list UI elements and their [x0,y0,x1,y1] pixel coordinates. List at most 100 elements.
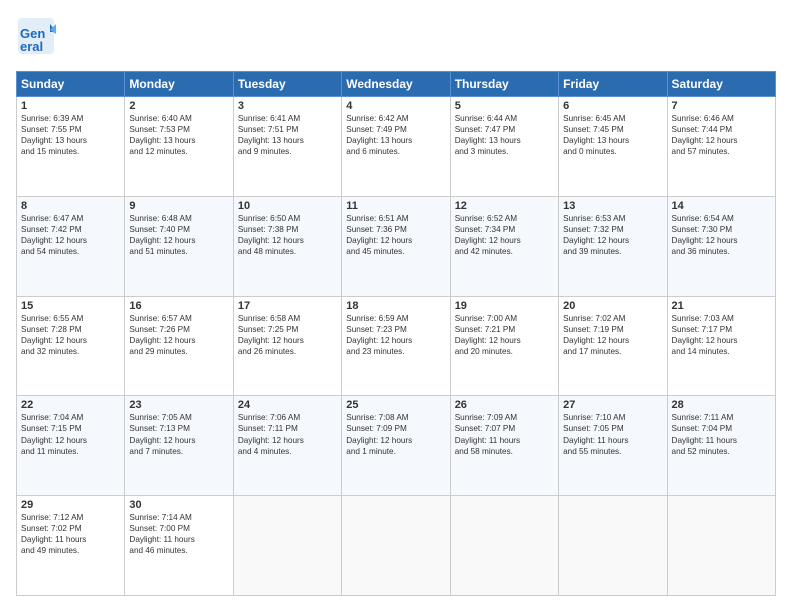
day-number: 30 [129,499,228,511]
calendar-cell: 30Sunrise: 7:14 AM Sunset: 7:00 PM Dayli… [125,496,233,596]
day-number: 20 [563,300,662,312]
calendar-cell [233,496,341,596]
calendar-row: 22Sunrise: 7:04 AM Sunset: 7:15 PM Dayli… [17,396,776,496]
page: Gen eral SundayMondayTuesdayWednesdayThu… [0,0,792,612]
calendar-cell: 18Sunrise: 6:59 AM Sunset: 7:23 PM Dayli… [342,296,450,396]
cell-info: Sunrise: 6:39 AM Sunset: 7:55 PM Dayligh… [21,113,120,157]
calendar-cell: 3Sunrise: 6:41 AM Sunset: 7:51 PM Daylig… [233,97,341,197]
calendar-cell: 24Sunrise: 7:06 AM Sunset: 7:11 PM Dayli… [233,396,341,496]
day-number: 12 [455,200,554,212]
col-header-sunday: Sunday [17,72,125,97]
calendar-cell: 1Sunrise: 6:39 AM Sunset: 7:55 PM Daylig… [17,97,125,197]
cell-info: Sunrise: 6:53 AM Sunset: 7:32 PM Dayligh… [563,213,662,257]
calendar-cell: 4Sunrise: 6:42 AM Sunset: 7:49 PM Daylig… [342,97,450,197]
cell-info: Sunrise: 7:02 AM Sunset: 7:19 PM Dayligh… [563,313,662,357]
calendar-cell: 12Sunrise: 6:52 AM Sunset: 7:34 PM Dayli… [450,196,558,296]
calendar-cell: 9Sunrise: 6:48 AM Sunset: 7:40 PM Daylig… [125,196,233,296]
day-number: 21 [672,300,771,312]
col-header-monday: Monday [125,72,233,97]
cell-info: Sunrise: 6:42 AM Sunset: 7:49 PM Dayligh… [346,113,445,157]
day-number: 28 [672,399,771,411]
day-number: 18 [346,300,445,312]
calendar-cell: 17Sunrise: 6:58 AM Sunset: 7:25 PM Dayli… [233,296,341,396]
calendar-cell: 2Sunrise: 6:40 AM Sunset: 7:53 PM Daylig… [125,97,233,197]
cell-info: Sunrise: 6:55 AM Sunset: 7:28 PM Dayligh… [21,313,120,357]
day-number: 16 [129,300,228,312]
col-header-tuesday: Tuesday [233,72,341,97]
calendar-cell: 10Sunrise: 6:50 AM Sunset: 7:38 PM Dayli… [233,196,341,296]
cell-info: Sunrise: 6:44 AM Sunset: 7:47 PM Dayligh… [455,113,554,157]
day-number: 22 [21,399,120,411]
calendar-cell [450,496,558,596]
calendar-cell: 22Sunrise: 7:04 AM Sunset: 7:15 PM Dayli… [17,396,125,496]
calendar-cell: 13Sunrise: 6:53 AM Sunset: 7:32 PM Dayli… [559,196,667,296]
day-number: 5 [455,100,554,112]
day-number: 7 [672,100,771,112]
day-number: 6 [563,100,662,112]
day-number: 26 [455,399,554,411]
col-header-thursday: Thursday [450,72,558,97]
cell-info: Sunrise: 6:52 AM Sunset: 7:34 PM Dayligh… [455,213,554,257]
cell-info: Sunrise: 7:11 AM Sunset: 7:04 PM Dayligh… [672,412,771,456]
calendar-cell: 21Sunrise: 7:03 AM Sunset: 7:17 PM Dayli… [667,296,775,396]
cell-info: Sunrise: 7:12 AM Sunset: 7:02 PM Dayligh… [21,512,120,556]
calendar-cell: 8Sunrise: 6:47 AM Sunset: 7:42 PM Daylig… [17,196,125,296]
cell-info: Sunrise: 6:48 AM Sunset: 7:40 PM Dayligh… [129,213,228,257]
day-number: 25 [346,399,445,411]
cell-info: Sunrise: 6:54 AM Sunset: 7:30 PM Dayligh… [672,213,771,257]
calendar-cell: 5Sunrise: 6:44 AM Sunset: 7:47 PM Daylig… [450,97,558,197]
calendar-cell [342,496,450,596]
cell-info: Sunrise: 6:50 AM Sunset: 7:38 PM Dayligh… [238,213,337,257]
calendar-cell: 27Sunrise: 7:10 AM Sunset: 7:05 PM Dayli… [559,396,667,496]
day-number: 27 [563,399,662,411]
day-number: 9 [129,200,228,212]
calendar-cell: 14Sunrise: 6:54 AM Sunset: 7:30 PM Dayli… [667,196,775,296]
cell-info: Sunrise: 6:59 AM Sunset: 7:23 PM Dayligh… [346,313,445,357]
day-number: 17 [238,300,337,312]
day-number: 4 [346,100,445,112]
cell-info: Sunrise: 6:58 AM Sunset: 7:25 PM Dayligh… [238,313,337,357]
day-number: 15 [21,300,120,312]
calendar-cell: 15Sunrise: 6:55 AM Sunset: 7:28 PM Dayli… [17,296,125,396]
cell-info: Sunrise: 6:45 AM Sunset: 7:45 PM Dayligh… [563,113,662,157]
calendar-row: 8Sunrise: 6:47 AM Sunset: 7:42 PM Daylig… [17,196,776,296]
cell-info: Sunrise: 7:09 AM Sunset: 7:07 PM Dayligh… [455,412,554,456]
calendar-row: 29Sunrise: 7:12 AM Sunset: 7:02 PM Dayli… [17,496,776,596]
day-number: 13 [563,200,662,212]
cell-info: Sunrise: 7:08 AM Sunset: 7:09 PM Dayligh… [346,412,445,456]
day-number: 24 [238,399,337,411]
day-number: 29 [21,499,120,511]
cell-info: Sunrise: 7:14 AM Sunset: 7:00 PM Dayligh… [129,512,228,556]
day-number: 1 [21,100,120,112]
cell-info: Sunrise: 6:40 AM Sunset: 7:53 PM Dayligh… [129,113,228,157]
calendar-cell: 23Sunrise: 7:05 AM Sunset: 7:13 PM Dayli… [125,396,233,496]
cell-info: Sunrise: 7:04 AM Sunset: 7:15 PM Dayligh… [21,412,120,456]
calendar-cell: 6Sunrise: 6:45 AM Sunset: 7:45 PM Daylig… [559,97,667,197]
calendar-cell: 11Sunrise: 6:51 AM Sunset: 7:36 PM Dayli… [342,196,450,296]
calendar-row: 1Sunrise: 6:39 AM Sunset: 7:55 PM Daylig… [17,97,776,197]
cell-info: Sunrise: 6:46 AM Sunset: 7:44 PM Dayligh… [672,113,771,157]
calendar-row: 15Sunrise: 6:55 AM Sunset: 7:28 PM Dayli… [17,296,776,396]
col-header-friday: Friday [559,72,667,97]
cell-info: Sunrise: 6:57 AM Sunset: 7:26 PM Dayligh… [129,313,228,357]
cell-info: Sunrise: 7:03 AM Sunset: 7:17 PM Dayligh… [672,313,771,357]
calendar-cell [559,496,667,596]
svg-text:eral: eral [20,39,43,54]
calendar-cell: 26Sunrise: 7:09 AM Sunset: 7:07 PM Dayli… [450,396,558,496]
header: Gen eral [16,16,776,61]
day-number: 14 [672,200,771,212]
calendar-cell: 25Sunrise: 7:08 AM Sunset: 7:09 PM Dayli… [342,396,450,496]
calendar-cell: 7Sunrise: 6:46 AM Sunset: 7:44 PM Daylig… [667,97,775,197]
cell-info: Sunrise: 6:41 AM Sunset: 7:51 PM Dayligh… [238,113,337,157]
calendar-table: SundayMondayTuesdayWednesdayThursdayFrid… [16,71,776,596]
col-header-wednesday: Wednesday [342,72,450,97]
logo: Gen eral [16,16,60,61]
calendar-cell [667,496,775,596]
calendar-cell: 20Sunrise: 7:02 AM Sunset: 7:19 PM Dayli… [559,296,667,396]
header-row: SundayMondayTuesdayWednesdayThursdayFrid… [17,72,776,97]
day-number: 10 [238,200,337,212]
calendar-cell: 28Sunrise: 7:11 AM Sunset: 7:04 PM Dayli… [667,396,775,496]
cell-info: Sunrise: 7:00 AM Sunset: 7:21 PM Dayligh… [455,313,554,357]
cell-info: Sunrise: 7:10 AM Sunset: 7:05 PM Dayligh… [563,412,662,456]
col-header-saturday: Saturday [667,72,775,97]
